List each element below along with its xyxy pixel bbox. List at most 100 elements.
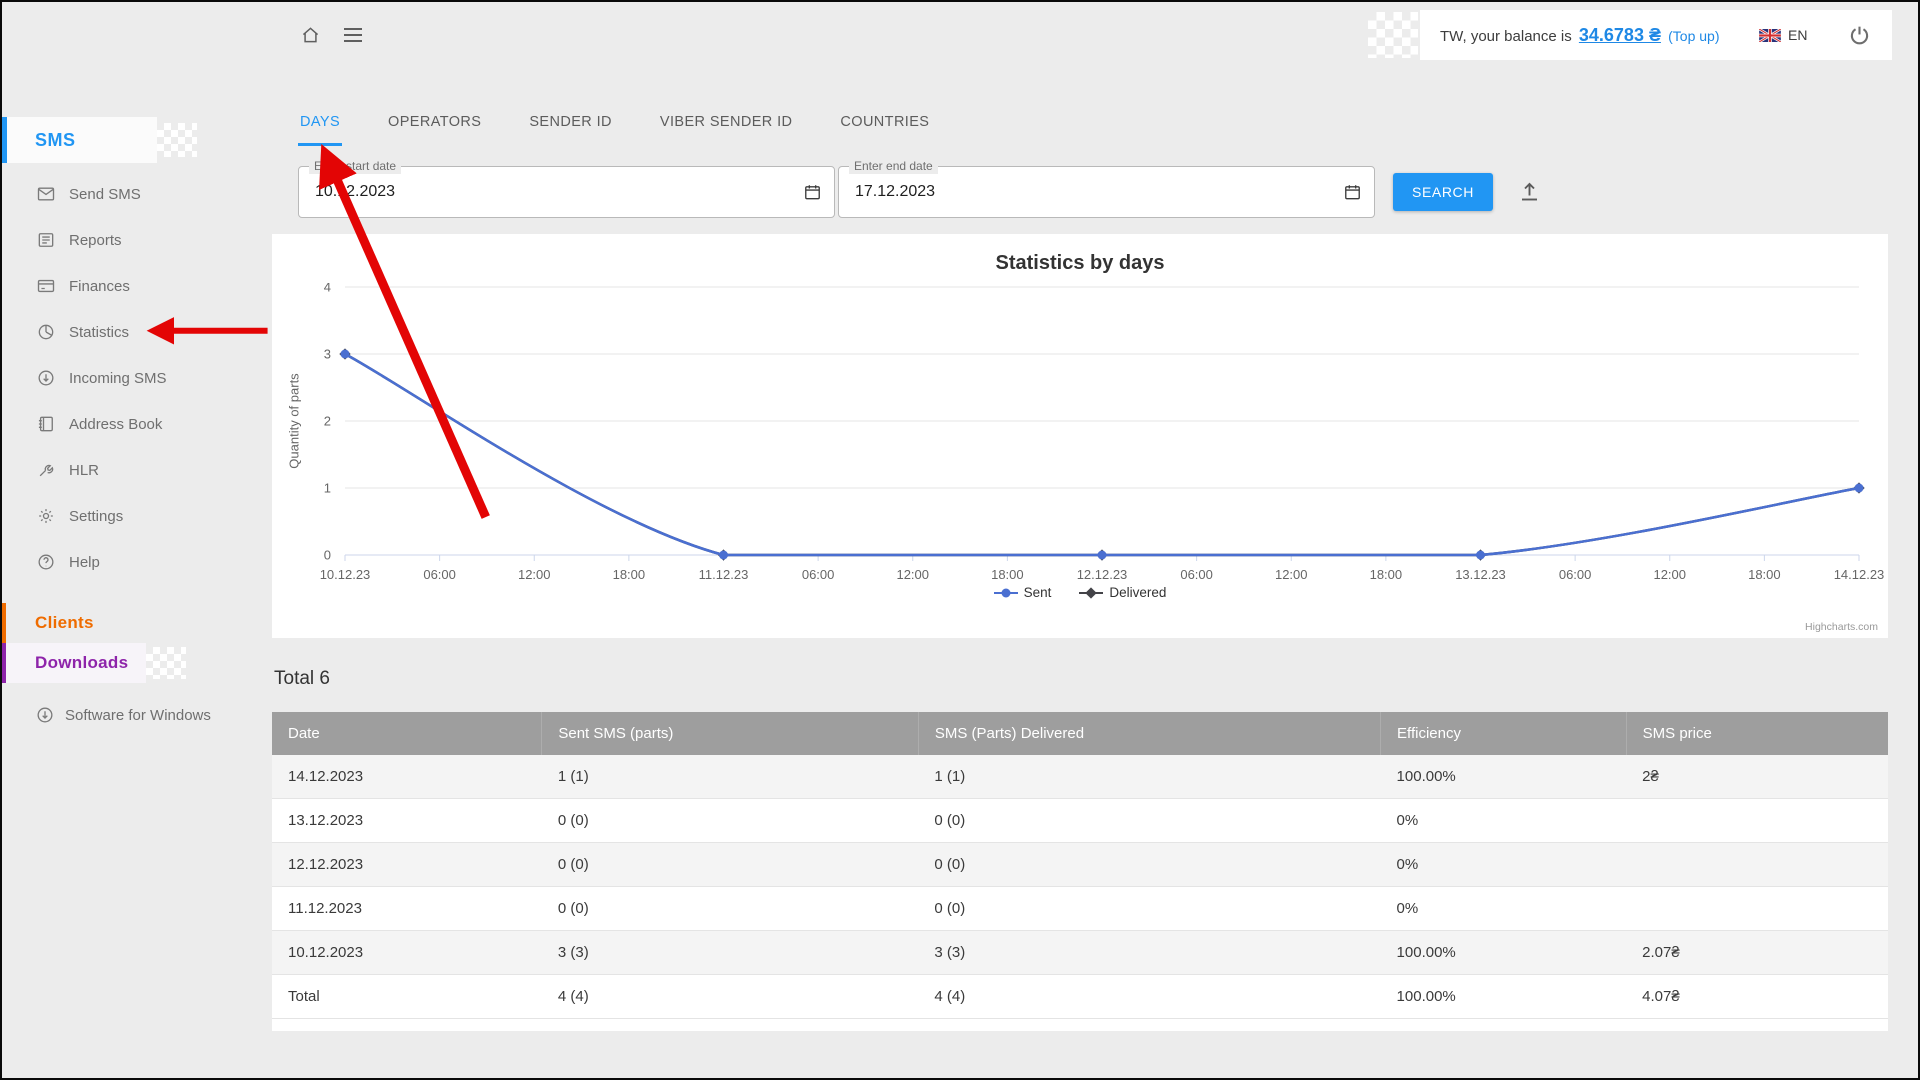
- statistics-chart-panel: Statistics by days Quantity of parts 012…: [272, 234, 1888, 638]
- series-marker-sent: [719, 551, 728, 560]
- table-total-row: Total4 (4)4 (4)100.00%4.07₴: [272, 975, 1888, 1019]
- sidebar-item-statistics[interactable]: Statistics: [2, 309, 272, 355]
- pixel-decoration: [146, 647, 186, 679]
- sidebar-section-sms[interactable]: SMS: [2, 117, 272, 163]
- end-date-label: Enter end date: [849, 159, 938, 174]
- sidebar-item-settings[interactable]: Settings: [2, 493, 272, 539]
- logout-button[interactable]: [1847, 23, 1872, 48]
- search-button[interactable]: SEARCH: [1393, 173, 1493, 211]
- export-button[interactable]: [1513, 176, 1546, 208]
- sidebar-item-help[interactable]: Help: [2, 539, 272, 585]
- table-cell: 0%: [1381, 843, 1627, 887]
- table-cell: 14.12.2023: [272, 755, 542, 799]
- table-row: 10.12.20233 (3)3 (3)100.00%2.07₴: [272, 931, 1888, 975]
- table-cell: 0 (0): [918, 887, 1380, 931]
- series-marker-sent: [1855, 484, 1864, 493]
- clients-section-label: Clients: [35, 613, 94, 633]
- svg-text:06:00: 06:00: [1180, 567, 1213, 582]
- table-cell: 4 (4): [918, 975, 1380, 1019]
- hamburger-icon: [343, 27, 363, 43]
- sidebar-item-label: Reports: [69, 232, 122, 249]
- table-cell: 13.12.2023: [272, 799, 542, 843]
- pixel-decoration: [157, 123, 197, 157]
- column-header-efficiency: Efficiency: [1381, 712, 1627, 755]
- svg-text:18:00: 18:00: [613, 567, 646, 582]
- table-cell: 100.00%: [1381, 931, 1627, 975]
- end-date-field[interactable]: Enter end date: [838, 166, 1375, 218]
- sidebar-section-downloads[interactable]: Downloads: [2, 643, 272, 683]
- chart-y-axis-label: Quantity of parts: [287, 373, 302, 468]
- tab-operators[interactable]: OPERATORS: [386, 101, 483, 146]
- sidebar-item-label: Incoming SMS: [69, 370, 167, 387]
- power-icon: [1847, 23, 1872, 48]
- legend-label: Delivered: [1109, 585, 1166, 600]
- menu-button[interactable]: [341, 25, 365, 45]
- table-cell: 10.12.2023: [272, 931, 542, 975]
- table-row: 14.12.20231 (1)1 (1)100.00%2₴: [272, 755, 1888, 799]
- sidebar-section-clients[interactable]: Clients: [2, 603, 272, 643]
- sidebar-item-label: Send SMS: [69, 186, 141, 203]
- sidebar: SMS Send SMS Reports Finances Statistics…: [2, 2, 272, 1078]
- sidebar-item-label: Address Book: [69, 416, 162, 433]
- tab-days[interactable]: DAYS: [298, 101, 342, 146]
- start-date-field[interactable]: Enter start date: [298, 166, 835, 218]
- sms-section-label: SMS: [35, 130, 76, 151]
- legend-item-delivered[interactable]: Delivered: [1079, 585, 1166, 600]
- svg-text:06:00: 06:00: [423, 567, 456, 582]
- balance-value-link[interactable]: 34.6783 ₴: [1579, 25, 1661, 45]
- series-marker-sent: [341, 350, 350, 359]
- table-cell: 100.00%: [1381, 755, 1627, 799]
- download-icon: [35, 705, 55, 725]
- wrench-icon: [36, 460, 56, 480]
- table-cell: 4 (4): [542, 975, 919, 1019]
- table-cell: 100.00%: [1381, 975, 1627, 1019]
- svg-text:12:00: 12:00: [1653, 567, 1686, 582]
- svg-text:1: 1: [324, 481, 331, 496]
- svg-text:18:00: 18:00: [1370, 567, 1403, 582]
- line-chart: 0123410.12.2306:0012:0018:0011.12.2306:0…: [272, 283, 1888, 583]
- table-cell: 0 (0): [542, 843, 919, 887]
- calendar-icon[interactable]: [1343, 183, 1362, 202]
- column-header-sent: Sent SMS (parts): [542, 712, 919, 755]
- envelope-icon: [36, 184, 56, 204]
- legend-item-sent[interactable]: Sent: [994, 585, 1052, 600]
- sidebar-item-finances[interactable]: Finances: [2, 263, 272, 309]
- table-cell: [1626, 887, 1888, 931]
- language-selector[interactable]: EN: [1759, 27, 1807, 43]
- sidebar-item-incoming-sms[interactable]: Incoming SMS: [2, 355, 272, 401]
- sidebar-item-label: HLR: [69, 462, 99, 479]
- svg-text:2: 2: [324, 414, 331, 429]
- svg-text:11.12.23: 11.12.23: [699, 567, 749, 582]
- svg-text:06:00: 06:00: [802, 567, 835, 582]
- home-button[interactable]: [298, 23, 323, 47]
- sidebar-item-address-book[interactable]: Address Book: [2, 401, 272, 447]
- report-icon: [36, 230, 56, 250]
- table-cell: 3 (3): [542, 931, 919, 975]
- sidebar-item-reports[interactable]: Reports: [2, 217, 272, 263]
- table-cell: 0%: [1381, 799, 1627, 843]
- account-panel: TW, your balance is 34.6783 ₴ (Top up) E…: [1420, 10, 1892, 60]
- tab-countries[interactable]: COUNTRIES: [838, 101, 931, 146]
- sidebar-item-hlr[interactable]: HLR: [2, 447, 272, 493]
- table-cell: 0%: [1381, 887, 1627, 931]
- sidebar-item-send-sms[interactable]: Send SMS: [2, 171, 272, 217]
- svg-text:12:00: 12:00: [1275, 567, 1308, 582]
- table-cell: Total: [272, 975, 542, 1019]
- table-cell: 0 (0): [918, 799, 1380, 843]
- table-row: 13.12.20230 (0)0 (0)0%: [272, 799, 1888, 843]
- sidebar-item-label: Statistics: [69, 324, 129, 341]
- calendar-icon[interactable]: [803, 183, 822, 202]
- tab-sender-id[interactable]: SENDER ID: [527, 101, 614, 146]
- statistics-table-panel: Date Sent SMS (parts) SMS (Parts) Delive…: [272, 712, 1888, 1031]
- end-date-input[interactable]: [853, 182, 1328, 202]
- svg-text:10.12.23: 10.12.23: [320, 567, 371, 582]
- sidebar-item-label: Software for Windows: [65, 707, 211, 724]
- tab-viber-sender-id[interactable]: VIBER SENDER ID: [658, 101, 795, 146]
- top-up-link[interactable]: (Top up): [1668, 28, 1719, 44]
- incoming-sms-icon: [36, 368, 56, 388]
- start-date-input[interactable]: [313, 182, 788, 202]
- sidebar-item-software-for-windows[interactable]: Software for Windows: [2, 703, 263, 729]
- legend-marker: [994, 587, 1018, 599]
- home-icon: [300, 25, 321, 45]
- svg-text:4: 4: [324, 283, 331, 295]
